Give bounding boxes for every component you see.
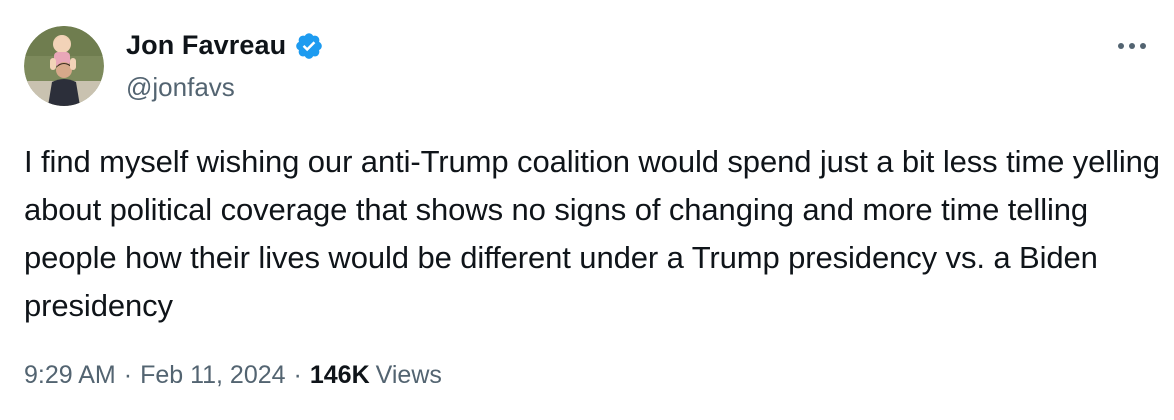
author-name-row: Jon Favreau	[126, 30, 324, 61]
more-options-icon[interactable]	[1112, 34, 1152, 58]
display-name[interactable]: Jon Favreau	[126, 30, 286, 61]
avatar-photo-icon	[24, 26, 104, 106]
meta-separator: ·	[123, 361, 133, 389]
avatar[interactable]	[24, 26, 104, 106]
views-label: Views	[375, 361, 442, 389]
tweet-text: I find myself wishing our anti-Trump coa…	[24, 144, 1160, 323]
tweet-time[interactable]: 9:29 AM	[24, 361, 116, 390]
meta-separator: ·	[293, 361, 302, 389]
verified-badge-icon	[294, 31, 324, 61]
views-count[interactable]: 146K	[310, 361, 370, 390]
tweet-card: Jon Favreau @jonfavs I find myself wishi…	[0, 0, 1174, 420]
tweet-metadata: 9:29 AM · Feb 11, 2024 · 146K Views	[24, 361, 442, 390]
author-handle[interactable]: @jonfavs	[126, 72, 235, 103]
tweet-date[interactable]: Feb 11, 2024	[140, 361, 285, 390]
